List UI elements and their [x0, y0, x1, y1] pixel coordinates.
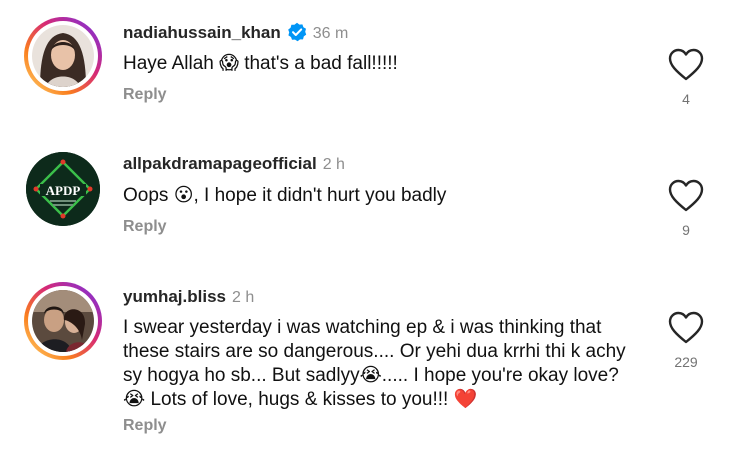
comment-text-line: 😭 Lots of love, hugs & kisses to you!!! … — [123, 389, 478, 410]
comment-text: I swear yesterday i was watching ep & i … — [123, 316, 643, 412]
comment-username[interactable]: yumhaj.bliss 2 h — [123, 287, 254, 307]
username-text[interactable]: allpakdramapageofficial — [123, 154, 317, 173]
comment-timestamp: 2 h — [322, 156, 345, 173]
username-text[interactable]: nadiahussain_khan — [123, 23, 281, 42]
woman-portrait-avatar — [32, 25, 94, 87]
reply-button[interactable]: Reply — [123, 86, 167, 104]
comment-text-line: these stairs are so dangerous.... Or yeh… — [123, 341, 626, 362]
reply-button[interactable]: Reply — [123, 417, 167, 435]
username-text[interactable]: yumhaj.bliss — [123, 287, 226, 306]
like-count: 9 — [682, 222, 690, 238]
reply-button[interactable]: Reply — [123, 218, 167, 236]
comment-username[interactable]: allpakdramapageofficial 2 h — [123, 154, 345, 174]
couple-photo-avatar — [32, 290, 94, 352]
like-heart-icon[interactable] — [668, 48, 704, 82]
like-count: 229 — [674, 354, 698, 370]
comment-text-line: sy hogya ho sb... But sadlyy😭..... I hop… — [123, 365, 619, 386]
comment-text-line: I swear yesterday i was watching ep & i … — [123, 317, 602, 338]
avatar[interactable] — [24, 17, 102, 95]
verified-badge-icon — [287, 22, 306, 42]
comment-text: Oops 😮, I hope it didn't hurt you badly — [123, 185, 447, 206]
comment-timestamp: 36 m — [312, 25, 349, 42]
like-heart-icon[interactable] — [668, 311, 704, 345]
comment-timestamp: 2 h — [231, 289, 255, 306]
avatar[interactable] — [24, 282, 102, 360]
avatar-ring-gap — [28, 21, 98, 91]
comment-username[interactable]: nadiahussain_khan 36 m — [123, 22, 348, 43]
logo-text: APDP — [46, 183, 81, 198]
apdp-logo-avatar: APDP — [26, 152, 100, 226]
like-count: 4 — [682, 91, 690, 107]
avatar-ring-gap — [28, 286, 98, 356]
like-heart-icon[interactable] — [668, 179, 704, 213]
comment-text: Haye Allah 😱 that's a bad fall!!!!! — [123, 53, 398, 74]
avatar[interactable]: APDP — [24, 150, 102, 228]
